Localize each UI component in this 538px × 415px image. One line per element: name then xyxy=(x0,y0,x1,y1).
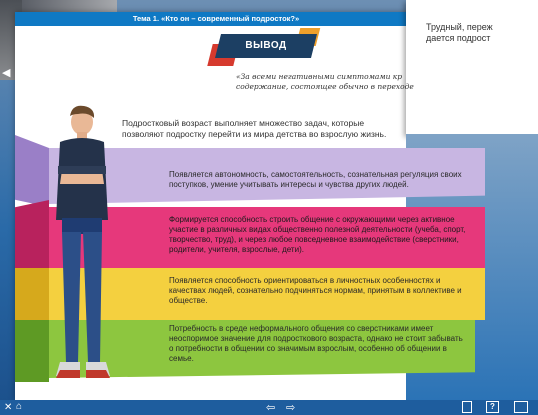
teen-boy-illustration xyxy=(56,105,110,378)
band-text: Появляется автономность, самостоятельнос… xyxy=(169,170,462,189)
banner-label: ВЫВОД xyxy=(245,40,287,51)
quote-line-2: содержание, состоящее обычно в переходе xyxy=(236,82,414,91)
close-icon[interactable]: ✕ xyxy=(4,402,12,413)
band-text: Формируется способность строить общение … xyxy=(169,215,466,254)
adjacent-line-2: дается подрост xyxy=(426,33,491,43)
band-side-yellow xyxy=(15,268,49,326)
band-side-pink xyxy=(15,200,49,272)
band-text: Потребность в среде неформального общени… xyxy=(169,324,463,363)
document-icon[interactable] xyxy=(462,401,472,413)
intro-text: Подростковый возраст выполняет множество… xyxy=(122,118,387,139)
side-back-icon[interactable]: ◀ xyxy=(2,66,10,79)
quote-line-1: «За всеми негативными симптомами кр xyxy=(236,72,403,81)
adjacent-line-1: Трудный, переж xyxy=(426,22,493,32)
home-icon[interactable]: ⌂ xyxy=(16,401,22,412)
slide-title: Тема 1. «Кто он – современный подросток?… xyxy=(15,12,417,26)
next-slide-icon[interactable]: ⇨ xyxy=(286,401,295,414)
conclusion-banner: ВЫВОД xyxy=(207,28,322,66)
adjacent-slide-text: Трудный, переж дается подрост xyxy=(426,22,538,44)
epigraph-quote: «За всеми негативными симптомами кр соде… xyxy=(236,72,416,92)
band-side-green xyxy=(15,320,49,382)
band-text: Появляется способность ориентироваться в… xyxy=(169,276,462,305)
adjacent-slide-panel: Трудный, переж дается подрост xyxy=(406,0,538,135)
help-icon[interactable]: ? xyxy=(486,401,499,413)
menu-grid-icon[interactable] xyxy=(514,401,528,413)
prev-slide-icon[interactable]: ⇦ xyxy=(266,401,275,414)
